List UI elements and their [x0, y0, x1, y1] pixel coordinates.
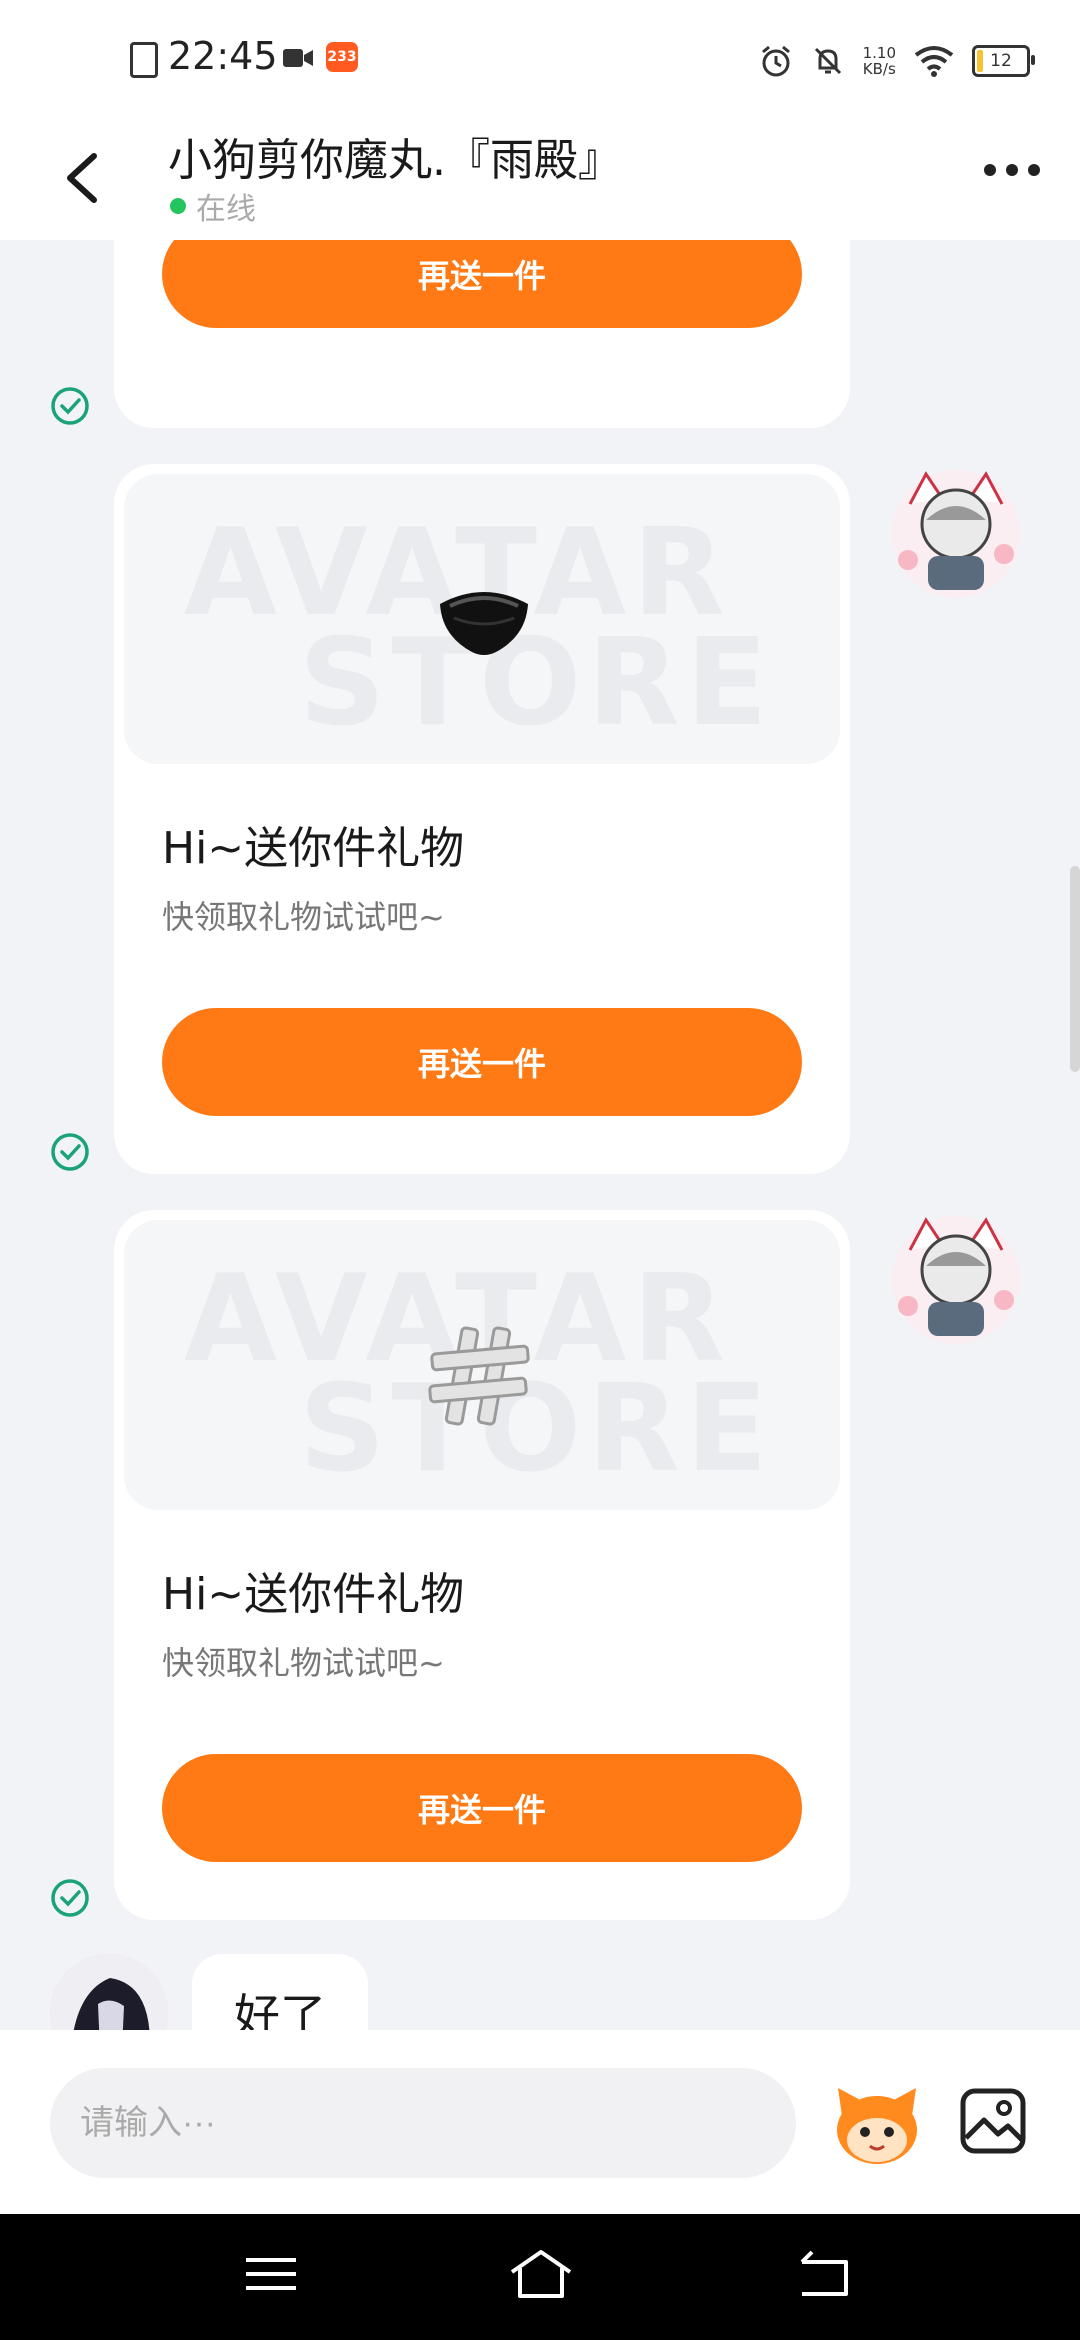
- sent-check-icon: [51, 387, 89, 425]
- online-status: 在线: [170, 184, 256, 228]
- status-time: 22:45: [168, 34, 278, 78]
- send-again-button[interactable]: 再送一件: [162, 240, 802, 328]
- menu-icon[interactable]: [236, 2244, 306, 2304]
- status-bar: 22:45 233 1.10 KB/s 12: [0, 0, 1080, 120]
- back-arrow-icon[interactable]: [56, 142, 116, 212]
- avatar[interactable]: [886, 1210, 1026, 1350]
- sent-check-icon: [51, 1879, 89, 1917]
- gift-card: 再送一件: [114, 240, 850, 428]
- image-icon[interactable]: [958, 2086, 1028, 2156]
- send-again-button[interactable]: 再送一件: [162, 1008, 802, 1116]
- system-nav-bar: [0, 2214, 1080, 2340]
- sticker-icon[interactable]: [830, 2076, 924, 2170]
- online-dot: [170, 198, 186, 214]
- chat-header: 小狗剪你魔丸.『雨殿』 在线: [0, 120, 1080, 240]
- send-again-button[interactable]: 再送一件: [162, 1754, 802, 1862]
- alarm-icon: [761, 45, 790, 77]
- avatar[interactable]: [50, 1954, 168, 2030]
- battery-icon: 12: [972, 45, 1035, 77]
- avatar[interactable]: [886, 464, 1026, 604]
- scrollbar[interactable]: [1070, 866, 1080, 1072]
- status-right: 1.10 KB/s 12: [759, 36, 1035, 86]
- hash-icon: [428, 1326, 530, 1426]
- gift-title: Hi~送你件礼物: [162, 823, 465, 874]
- more-dots-icon: [984, 164, 996, 176]
- return-icon[interactable]: [790, 2244, 860, 2304]
- mask-icon: [440, 592, 528, 655]
- more-button[interactable]: [984, 164, 1040, 176]
- wifi-icon: [914, 46, 954, 77]
- mute-bell-icon: [814, 47, 841, 75]
- message-input[interactable]: [50, 2068, 796, 2178]
- input-bar: [0, 2030, 1080, 2214]
- gift-image: AVATAR STORE: [124, 1220, 840, 1510]
- notification-badge: 233: [326, 42, 358, 72]
- sent-check-icon: [51, 1133, 89, 1171]
- gift-image: AVATAR STORE: [124, 474, 840, 764]
- gift-card: AVATAR STORE Hi~送你件礼物 快领取礼物试试吧~ 再送一件: [114, 1210, 850, 1920]
- chat-area[interactable]: 再送一件 AVATAR STORE Hi~送你件礼物 快领取礼物试试吧~ 再送一…: [0, 240, 1080, 2030]
- chat-title: 小狗剪你魔丸.『雨殿』: [168, 135, 622, 186]
- net-speed: 1.10 KB/s: [862, 44, 896, 78]
- message-bubble: 好了: [192, 1954, 368, 2030]
- video-icon: [283, 49, 313, 67]
- sim-icon: [130, 42, 158, 78]
- gift-card: AVATAR STORE Hi~送你件礼物 快领取礼物试试吧~ 再送一件: [114, 464, 850, 1174]
- home-icon[interactable]: [506, 2244, 576, 2304]
- gift-subtitle: 快领取礼物试试吧~: [162, 1644, 445, 1682]
- gift-subtitle: 快领取礼物试试吧~: [162, 898, 445, 936]
- gift-title: Hi~送你件礼物: [162, 1569, 465, 1620]
